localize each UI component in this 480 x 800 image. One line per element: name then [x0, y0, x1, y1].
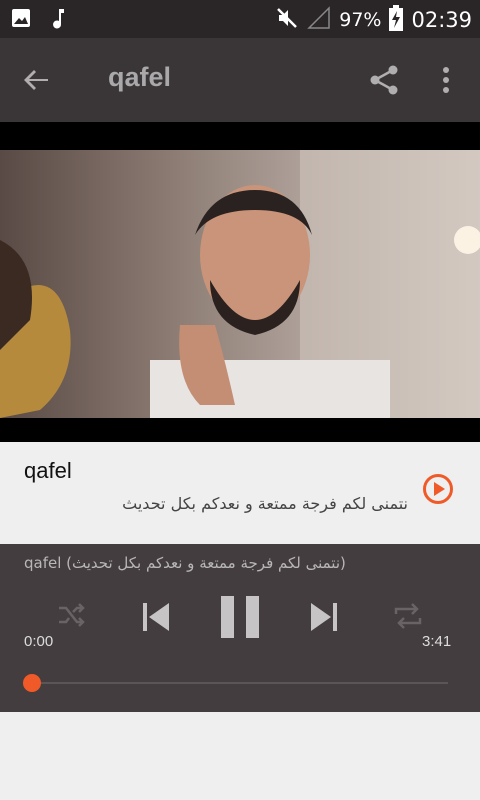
duration: 3:41: [422, 633, 452, 650]
shuffle-icon[interactable]: [56, 600, 86, 634]
track-info: qafel نتمنى لكم فرجة ممتعة و نعدكم بكل ت…: [0, 442, 480, 544]
play-circle-icon[interactable]: [422, 473, 454, 509]
previous-icon[interactable]: [140, 600, 172, 638]
signal-icon: [307, 6, 331, 34]
current-time: 0:00: [24, 633, 54, 650]
status-bar: 97% 02:39: [0, 0, 480, 38]
mute-icon: [275, 6, 299, 34]
music-note-icon: [50, 7, 68, 35]
page-title: qafel: [108, 62, 172, 92]
battery-percent: 97%: [339, 9, 382, 31]
clock: 02:39: [411, 8, 472, 32]
back-arrow-icon[interactable]: [18, 62, 54, 98]
video-frame: [0, 150, 480, 418]
repeat-icon[interactable]: [392, 600, 424, 636]
now-playing-text: qafel (نتمنى لكم فرجة ممتعة و نعدكم بكل …: [24, 554, 346, 572]
track-description: نتمنى لكم فرجة ممتعة و نعدكم بكل تحديث: [122, 494, 408, 513]
video-player[interactable]: [0, 122, 480, 442]
image-icon: [10, 7, 32, 35]
battery-charging-icon: [389, 5, 404, 35]
app-bar: qafel: [0, 38, 480, 122]
share-icon[interactable]: [366, 62, 402, 98]
seek-bar[interactable]: [32, 682, 448, 684]
seek-thumb[interactable]: [23, 674, 41, 692]
track-name: qafel: [24, 458, 72, 483]
music-player: qafel (نتمنى لكم فرجة ممتعة و نعدكم بكل …: [0, 544, 480, 712]
pause-icon[interactable]: [221, 595, 261, 643]
more-vert-icon[interactable]: [432, 62, 460, 98]
next-icon[interactable]: [308, 600, 340, 638]
